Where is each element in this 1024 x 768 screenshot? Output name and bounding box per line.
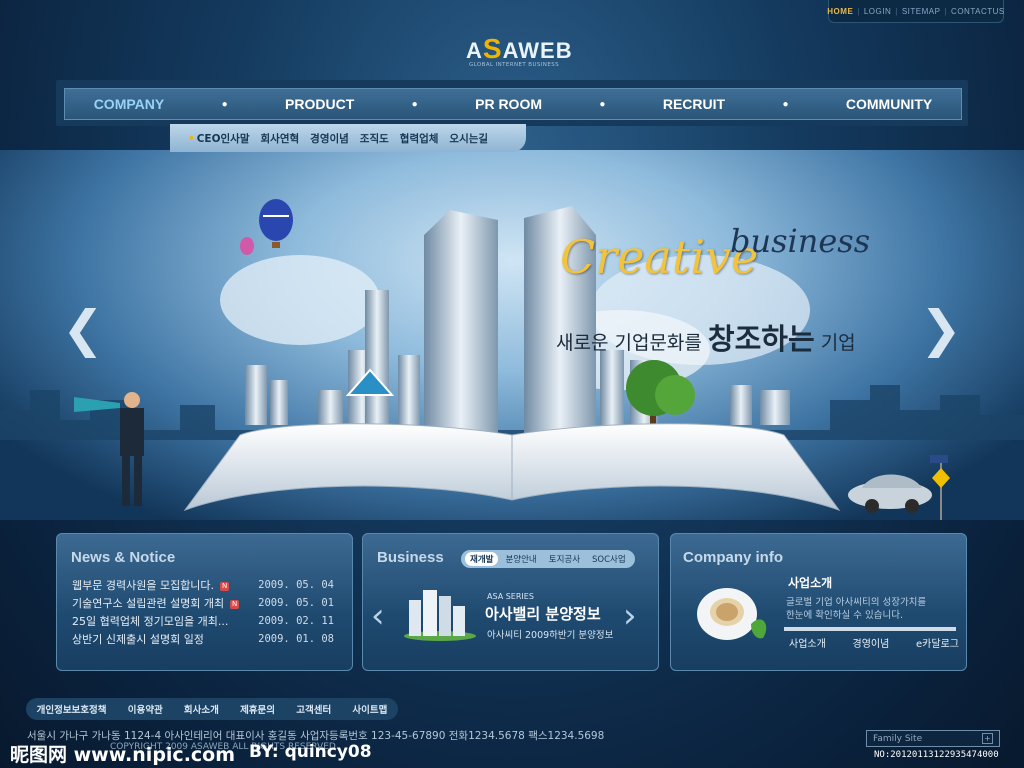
watermark-site: 昵图网 www.nipic.com (10, 744, 236, 766)
business-next-icon[interactable]: › (623, 596, 637, 636)
business-tabs: 재개발 분양안내 토지공사 SOC사업 (461, 550, 635, 568)
hero-next-arrow-icon[interactable]: ❯ (920, 300, 962, 358)
business-panel: Business 재개발 분양안내 토지공사 SOC사업 ‹ ASA SERIE… (362, 533, 659, 671)
news-item[interactable]: 상반기 신제출시 설명회 일정 2009. 01. 08 (72, 630, 334, 648)
logo-tagline: GLOBAL INTERNET BUSINESS (469, 62, 559, 68)
new-badge-icon: N (230, 599, 240, 609)
util-sitemap-link[interactable]: SITEMAP (902, 7, 941, 16)
nav-separator-icon: ● (221, 98, 228, 110)
news-item-date: 2009. 05. 04 (258, 579, 334, 591)
hero-prev-arrow-icon[interactable]: ❮ (62, 300, 104, 358)
main-nav: COMPANY ● PRODUCT ● PR ROOM ● RECRUIT ● … (64, 88, 962, 120)
watermark-id: NO:20120113122935474000 (874, 750, 999, 760)
tab-redevelopment[interactable]: 재개발 (465, 552, 499, 566)
news-item[interactable]: 웹부문 경력사원을 모집합니다. N 2009. 05. 04 (72, 576, 334, 594)
logo-prefix: A (466, 38, 483, 63)
company-info-divider (784, 627, 956, 631)
news-item-text: 25일 협력업체 정기모임을 개최... (72, 615, 229, 628)
nav-product[interactable]: PRODUCT (285, 96, 354, 112)
nav-recruit[interactable]: RECRUIT (663, 96, 725, 112)
news-item-date: 2009. 05. 01 (258, 597, 334, 609)
news-item-text: 기술연구소 설립관련 설명회 개최 (72, 597, 225, 610)
hero-illustration (0, 199, 1024, 520)
tab-soc[interactable]: SOC사업 (587, 552, 631, 566)
link-management-philosophy[interactable]: 경영이념 (853, 635, 890, 650)
hero-script-business: business (730, 222, 871, 260)
link-business-intro[interactable]: 사업소개 (789, 635, 826, 650)
subnav-history[interactable]: 회사연혁 (261, 131, 300, 146)
util-home-link[interactable]: HOME (827, 7, 853, 16)
nav-separator-icon: ● (782, 98, 789, 110)
news-panel: News & Notice 웹부문 경력사원을 모집합니다. N 2009. 05… (56, 533, 353, 671)
company-info-desc-2: 한눈에 확인하실 수 있습니다. (786, 610, 903, 621)
footer-nav: 개인정보보호정책 이용약관 회사소개 제휴문의 고객센터 사이트맵 (26, 698, 398, 720)
nav-separator-icon: ● (411, 98, 418, 110)
business-title: Business (377, 549, 444, 566)
site-logo[interactable]: ASAWEB GLOBAL INTERNET BUSINESS (466, 33, 572, 68)
slogan-pre: 새로운 기업문화를 (556, 332, 708, 354)
business-buildings-image (404, 590, 476, 641)
nav-pr-room[interactable]: PR ROOM (475, 96, 542, 112)
business-prev-icon[interactable]: ‹ (371, 596, 385, 636)
subnav-philosophy[interactable]: 경영이념 (310, 131, 349, 146)
company-info-links: 사업소개 경영이념 e카달로그 (789, 635, 959, 650)
link-ecatalog[interactable]: e카달로그 (916, 635, 959, 650)
sub-nav: CEO인사말 회사연혁 경영이념 조직도 협력업체 오시는길 (170, 124, 526, 152)
news-list: 웹부문 경력사원을 모집합니다. N 2009. 05. 04 기술연구소 설립관… (72, 576, 334, 648)
footer-partnership-link[interactable]: 제휴문의 (240, 702, 275, 716)
news-item-date: 2009. 01. 08 (258, 633, 334, 645)
tab-land-corp[interactable]: 토지공사 (544, 552, 585, 566)
plus-icon: + (982, 733, 993, 744)
family-site-label: Family Site (873, 733, 923, 744)
footer-terms-link[interactable]: 이용약관 (128, 702, 163, 716)
hero-script-creative: Creative (560, 230, 759, 284)
logo-suffix: AWEB (502, 38, 573, 63)
slogan-post: 기업 (814, 332, 856, 354)
footer-support-link[interactable]: 고객센터 (296, 702, 331, 716)
subnav-partners[interactable]: 협력업체 (400, 131, 439, 146)
news-item-text: 웹부문 경력사원을 모집합니다. (72, 579, 215, 592)
watermark-author: BY: quincy08 (249, 742, 372, 762)
footer-sitemap-link[interactable]: 사이트맵 (352, 702, 387, 716)
util-contactus-link[interactable]: CONTACTUS (951, 7, 1005, 16)
hero-slogan: 새로운 기업문화를 창조하는 기업 (556, 316, 856, 358)
util-login-link[interactable]: LOGIN (864, 7, 891, 16)
tab-sales-info[interactable]: 분양안내 (500, 552, 541, 566)
subnav-organization[interactable]: 조직도 (360, 131, 389, 146)
nav-community[interactable]: COMMUNITY (846, 96, 932, 112)
news-title: News & Notice (71, 549, 176, 566)
new-badge-icon: N (220, 581, 230, 591)
subnav-directions[interactable]: 오시는길 (449, 131, 488, 146)
business-headline[interactable]: 아사밸리 분양정보 (485, 603, 601, 624)
business-caption: 아사씨티 2009하반기 분양정보 (487, 630, 614, 641)
news-item-date: 2009. 02. 11 (258, 615, 334, 627)
subnav-ceo[interactable]: CEO인사말 (188, 131, 250, 146)
footer-privacy-link[interactable]: 개인정보보호정책 (37, 702, 107, 716)
logo-accent: S (482, 33, 503, 64)
nav-company[interactable]: COMPANY (94, 96, 165, 112)
coffee-cup-icon (697, 588, 767, 640)
news-item[interactable]: 기술연구소 설립관련 설명회 개최 N 2009. 05. 01 (72, 594, 334, 612)
footer-about-link[interactable]: 회사소개 (184, 702, 219, 716)
nav-separator-icon: ● (599, 98, 606, 110)
company-info-heading: 사업소개 (788, 576, 833, 590)
business-series: ASA SERIES (487, 592, 534, 601)
company-info-title: Company info (683, 549, 783, 566)
family-site-select[interactable]: Family Site + (866, 730, 1000, 747)
company-info-panel: Company info 사업소개 글로벌 기업 아사씨티의 성장가치를 한눈에… (670, 533, 967, 671)
utility-nav: HOME | LOGIN | SITEMAP | CONTACTUS (827, 0, 1005, 23)
news-item[interactable]: 25일 협력업체 정기모임을 개최... 2009. 02. 11 (72, 612, 334, 630)
news-item-text: 상반기 신제출시 설명회 일정 (72, 633, 204, 646)
slogan-big: 창조하는 (707, 322, 815, 356)
company-info-desc-1: 글로벌 기업 아사씨티의 성장가치를 (786, 597, 927, 608)
